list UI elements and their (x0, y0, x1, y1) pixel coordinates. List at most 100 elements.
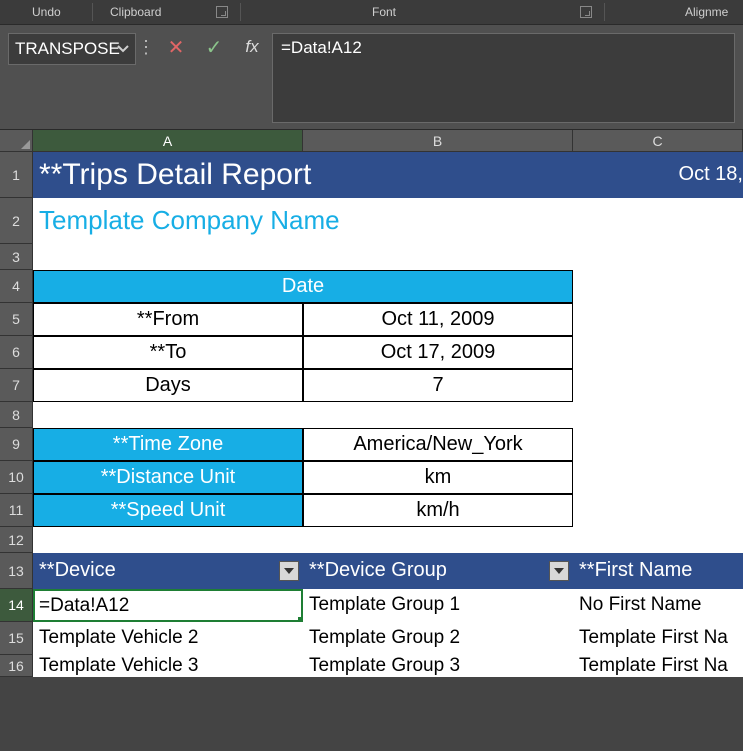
empty-cell[interactable] (573, 369, 743, 402)
empty-cell[interactable] (573, 428, 743, 461)
cell-B16[interactable]: Template Group 3 (303, 655, 573, 677)
empty-cell[interactable] (33, 527, 743, 553)
insert-function-button[interactable]: fx (240, 33, 264, 61)
distance-unit-label[interactable]: **Distance Unit (33, 461, 303, 494)
empty-cell[interactable] (573, 494, 743, 527)
vertical-dots-icon[interactable]: ⋮ (136, 33, 156, 58)
speed-unit-label[interactable]: **Speed Unit (33, 494, 303, 527)
row-header-9[interactable]: 9 (0, 428, 33, 461)
font-launcher[interactable] (580, 6, 592, 18)
chevron-down-icon (284, 568, 294, 574)
cancel-button[interactable]: ✕ (164, 33, 188, 61)
check-icon: ✓ (206, 35, 223, 60)
row-1: 1 **Trips Detail Report Oct 18, (0, 152, 743, 198)
empty-cell[interactable] (573, 461, 743, 494)
row-6: 6 **To Oct 17, 2009 (0, 336, 743, 369)
row-7: 7 Days 7 (0, 369, 743, 402)
table-header-first-name[interactable]: **First Name (573, 553, 743, 589)
row-header-3[interactable]: 3 (0, 244, 33, 270)
x-icon: ✕ (168, 35, 185, 60)
row-13: 13 **Device **Device Group **First Name (0, 553, 743, 589)
row-header-10[interactable]: 10 (0, 461, 33, 494)
days-label[interactable]: Days (33, 369, 303, 402)
select-all-corner[interactable] (0, 130, 33, 152)
chevron-down-icon (554, 568, 564, 574)
table-header-device-group[interactable]: **Device Group (303, 553, 573, 589)
row-2: 2 Template Company Name (0, 198, 743, 244)
clipboard-launcher[interactable] (216, 6, 228, 18)
row-8: 8 (0, 402, 743, 428)
table-header-device[interactable]: **Device (33, 553, 303, 589)
report-title[interactable]: **Trips Detail Report (33, 152, 573, 198)
fx-icon: fx (245, 37, 258, 57)
spreadsheet-grid[interactable]: A B C 1 **Trips Detail Report Oct 18, 2 … (0, 130, 743, 677)
to-value[interactable]: Oct 17, 2009 (303, 336, 573, 369)
cell-B14[interactable]: Template Group 1 (303, 589, 573, 622)
table-header-device-group-label: **Device Group (309, 559, 447, 582)
speed-unit-value[interactable]: km/h (303, 494, 573, 527)
dialog-launcher-icon (216, 6, 228, 18)
to-label[interactable]: **To (33, 336, 303, 369)
ribbon-group-font[interactable]: Font (372, 5, 396, 19)
row-9: 9 **Time Zone America/New_York (0, 428, 743, 461)
row-header-14[interactable]: 14 (0, 589, 33, 622)
formula-bar-buttons: ✕ ✓ fx (156, 33, 272, 61)
row-header-8[interactable]: 8 (0, 402, 33, 428)
cell-C15[interactable]: Template First Na (573, 622, 743, 655)
row-11: 11 **Speed Unit km/h (0, 494, 743, 527)
cell-A15[interactable]: Template Vehicle 2 (33, 622, 303, 655)
row-5: 5 **From Oct 11, 2009 (0, 303, 743, 336)
active-cell-A14[interactable]: =Data!A12 (33, 589, 303, 622)
empty-cell[interactable] (573, 303, 743, 336)
filter-button-device[interactable] (279, 561, 299, 581)
timezone-value[interactable]: America/New_York (303, 428, 573, 461)
date-header[interactable]: Date (33, 270, 573, 303)
row-header-7[interactable]: 7 (0, 369, 33, 402)
days-value[interactable]: 7 (303, 369, 573, 402)
from-label[interactable]: **From (33, 303, 303, 336)
ribbon-divider (240, 3, 241, 21)
cell-C16[interactable]: Template First Na (573, 655, 743, 677)
row-header-16[interactable]: 16 (0, 655, 33, 677)
row-header-4[interactable]: 4 (0, 270, 33, 303)
row-header-5[interactable]: 5 (0, 303, 33, 336)
table-header-device-label: **Device (39, 559, 116, 582)
ribbon-group-undo[interactable]: Undo (32, 5, 61, 19)
row-4: 4 Date (0, 270, 743, 303)
company-name[interactable]: Template Company Name (33, 198, 743, 244)
from-value[interactable]: Oct 11, 2009 (303, 303, 573, 336)
formula-bar-input[interactable] (272, 33, 735, 123)
chevron-down-icon[interactable] (117, 45, 129, 53)
ribbon-group-alignment[interactable]: Alignme (685, 5, 728, 19)
ribbon-group-clipboard-label: Clipboard (110, 5, 161, 19)
row-header-2[interactable]: 2 (0, 198, 33, 244)
row-header-13[interactable]: 13 (0, 553, 33, 589)
distance-unit-value[interactable]: km (303, 461, 573, 494)
empty-cell[interactable] (573, 270, 743, 303)
dialog-launcher-icon (580, 6, 592, 18)
column-header-B[interactable]: B (303, 130, 573, 152)
name-box[interactable]: TRANSPOSE (8, 33, 136, 65)
enter-button[interactable]: ✓ (202, 33, 226, 61)
row-header-11[interactable]: 11 (0, 494, 33, 527)
row-header-12[interactable]: 12 (0, 527, 33, 553)
empty-cell[interactable] (573, 336, 743, 369)
row-header-6[interactable]: 6 (0, 336, 33, 369)
filter-button-device-group[interactable] (549, 561, 569, 581)
row-15: 15 Template Vehicle 2 Template Group 2 T… (0, 622, 743, 655)
cell-A16[interactable]: Template Vehicle 3 (33, 655, 303, 677)
ribbon-group-clipboard[interactable]: Clipboard (110, 5, 161, 19)
ribbon-divider (92, 3, 93, 21)
row-header-15[interactable]: 15 (0, 622, 33, 655)
cell-B15[interactable]: Template Group 2 (303, 622, 573, 655)
empty-cell[interactable] (33, 244, 743, 270)
empty-cell[interactable] (33, 402, 743, 428)
report-title-date[interactable]: Oct 18, (573, 152, 743, 198)
sheet-body: 1 **Trips Detail Report Oct 18, 2 Templa… (0, 152, 743, 677)
row-header-1[interactable]: 1 (0, 152, 33, 198)
timezone-label[interactable]: **Time Zone (33, 428, 303, 461)
column-header-A[interactable]: A (33, 130, 303, 152)
ribbon-group-labels: Undo Clipboard Font Alignme (0, 0, 743, 24)
cell-C14[interactable]: No First Name (573, 589, 743, 622)
column-header-C[interactable]: C (573, 130, 743, 152)
